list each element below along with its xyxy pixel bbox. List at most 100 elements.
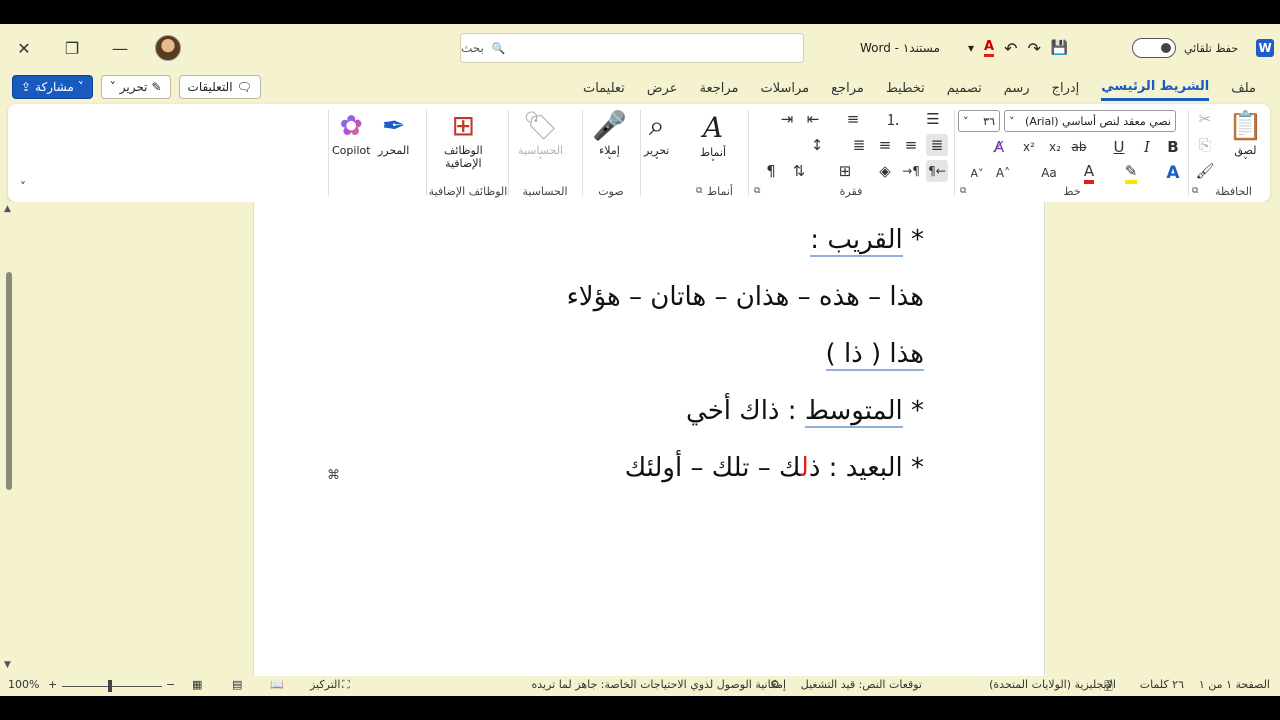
- increase-indent-icon[interactable]: ⇥: [776, 108, 798, 130]
- shading-icon[interactable]: ◈: [874, 160, 896, 182]
- share-button[interactable]: ⇪ مشاركة ˅: [12, 75, 93, 99]
- show-marks-icon[interactable]: ¶: [760, 160, 782, 182]
- tab-2[interactable]: إدراج: [1052, 77, 1080, 100]
- zoom-in-icon[interactable]: +: [48, 678, 57, 691]
- comments-button[interactable]: التعليقات 🗨: [178, 75, 261, 99]
- decrease-indent-icon[interactable]: ⇤: [802, 108, 824, 130]
- strikethrough-icon[interactable]: ab: [1068, 136, 1090, 158]
- page-count-status[interactable]: الصفحة ١ من ١: [1199, 678, 1270, 691]
- tab-6[interactable]: مراجع: [831, 77, 864, 100]
- text-predictions-status[interactable]: توقعات النص: قيد التشغيل: [801, 678, 922, 691]
- account-avatar-button[interactable]: [144, 24, 192, 72]
- sort-icon[interactable]: ⇅: [788, 160, 810, 182]
- tab-0[interactable]: ملف: [1231, 77, 1256, 100]
- zoom-slider-track[interactable]: [62, 686, 162, 687]
- zoom-slider-thumb[interactable]: [108, 680, 112, 692]
- editor-button[interactable]: ✒ المحرر: [378, 108, 409, 157]
- clipboard-group-label: الحافظة: [1214, 185, 1252, 198]
- copilot-button[interactable]: ✿ Copilot: [332, 108, 371, 157]
- paste-button[interactable]: 📋 لصق ˅: [1228, 108, 1263, 167]
- styles-launcher-icon[interactable]: ⧉: [696, 186, 702, 196]
- font-launcher-icon[interactable]: ⧉: [960, 186, 966, 196]
- scroll-thumb[interactable]: [6, 272, 12, 490]
- tab-1[interactable]: الشريط الرئيسي: [1101, 75, 1210, 101]
- tab-4[interactable]: تصميم: [947, 77, 982, 100]
- document-body[interactable]: * القريب : هذا – هذه – هذان – هاتان – هؤ…: [567, 212, 924, 497]
- tab-10[interactable]: تعليمات: [583, 77, 625, 100]
- cut-icon[interactable]: ✂: [1194, 108, 1216, 130]
- redo-icon[interactable]: ↷: [1028, 39, 1041, 58]
- highlight-icon[interactable]: ✎: [1120, 162, 1142, 184]
- read-mode-icon[interactable]: 📖: [270, 678, 284, 691]
- clear-formatting-icon[interactable]: A̸: [988, 136, 1010, 158]
- numbering-icon[interactable]: ⒈: [882, 108, 904, 130]
- close-icon[interactable]: ✕: [0, 24, 48, 72]
- proofing-icon[interactable]: 🗎: [1104, 678, 1113, 697]
- dictate-button[interactable]: 🎤 إملاء ˅: [592, 108, 627, 167]
- line-spacing-icon[interactable]: ↕: [806, 134, 828, 156]
- justify-icon[interactable]: ≣: [848, 134, 870, 156]
- bold-icon[interactable]: B: [1162, 136, 1184, 158]
- restore-icon[interactable]: ❐: [48, 24, 96, 72]
- undo-icon[interactable]: ↶: [1004, 39, 1017, 58]
- zoom-level[interactable]: 100%: [8, 678, 39, 691]
- bullets-icon[interactable]: ☰: [922, 108, 944, 130]
- text-effects-icon[interactable]: A: [1162, 162, 1184, 184]
- autosave-toggle[interactable]: [1132, 38, 1176, 58]
- copilot-margin-icon[interactable]: ⌘: [327, 468, 340, 483]
- minimize-icon[interactable]: —: [96, 24, 144, 72]
- focus-mode-button[interactable]: التركيز: [310, 678, 340, 691]
- word-count-status[interactable]: ٢٦ كلمات: [1140, 678, 1184, 691]
- find-editing-button[interactable]: ⌕ تحرير ˅: [644, 108, 669, 167]
- document-title[interactable]: مستند١ - Word: [860, 41, 940, 55]
- change-case-icon[interactable]: Aa: [1038, 162, 1060, 184]
- superscript-icon[interactable]: x²: [1018, 136, 1040, 158]
- italic-icon[interactable]: I: [1136, 136, 1158, 158]
- ltr-direction-icon[interactable]: →¶: [900, 160, 922, 182]
- scroll-down-icon[interactable]: ▼: [4, 660, 11, 670]
- multilevel-list-icon[interactable]: ≡: [842, 108, 864, 130]
- styles-button[interactable]: A أنماط ˅: [700, 110, 726, 169]
- vertical-scrollbar[interactable]: ▲ ▼: [4, 202, 14, 676]
- tab-9[interactable]: عرض: [647, 77, 678, 100]
- grow-font-icon[interactable]: A˄: [992, 162, 1014, 184]
- comment-icon: 🗨: [236, 80, 252, 94]
- doc-line-3-underlined: هذا ( ذا ): [825, 339, 924, 371]
- collapse-ribbon-icon[interactable]: ˅: [12, 176, 34, 198]
- align-left-icon[interactable]: ≡: [874, 134, 896, 156]
- editing-mode-button[interactable]: ˅ تحرير ✎: [100, 75, 171, 99]
- addins-button[interactable]: ⊞ الوظائف الإضافية: [444, 108, 483, 170]
- font-color-quick-icon[interactable]: A: [984, 39, 995, 57]
- format-painter-icon[interactable]: 🖌: [1194, 160, 1216, 182]
- align-center-icon[interactable]: ≡: [900, 134, 922, 156]
- clipboard-launcher-icon[interactable]: ⧉: [1192, 186, 1198, 196]
- print-layout-icon[interactable]: ▤: [232, 678, 242, 691]
- save-icon[interactable]: 💾: [1051, 40, 1068, 56]
- web-layout-icon[interactable]: ▦: [192, 678, 202, 691]
- font-size-combo[interactable]: ٣٦ ˅: [958, 110, 1000, 132]
- accessibility-status[interactable]: إمكانية الوصول لذوي الاحتياجات الخاصة: ج…: [531, 678, 786, 691]
- scroll-up-icon[interactable]: ▲: [4, 204, 11, 214]
- rtl-direction-icon[interactable]: ¶←: [926, 160, 948, 182]
- tab-3[interactable]: رسم: [1004, 77, 1030, 100]
- tab-8[interactable]: مراجعة: [699, 77, 738, 100]
- copy-icon[interactable]: ⎘: [1194, 134, 1216, 156]
- customize-quick-access-icon[interactable]: ▾: [968, 41, 974, 55]
- font-color-icon[interactable]: A: [1078, 162, 1100, 184]
- tab-5[interactable]: تخطيط: [886, 77, 925, 100]
- tab-7[interactable]: مراسلات: [761, 77, 810, 100]
- font-name-combo[interactable]: نصي معقد لنص أساسي (Arial) ˅: [1004, 110, 1176, 132]
- underline-icon[interactable]: U: [1108, 136, 1130, 158]
- align-right-icon[interactable]: ≣: [926, 134, 948, 156]
- sensitivity-button[interactable]: 🏷 الحساسية ˅: [518, 108, 563, 167]
- subscript-icon[interactable]: x₂: [1044, 136, 1066, 158]
- doc-line-1-underlined: القريب :: [810, 225, 903, 257]
- zoom-out-icon[interactable]: −: [166, 678, 175, 691]
- borders-icon[interactable]: ⊞: [834, 160, 856, 182]
- search-box[interactable]: 🔍 بحث: [460, 33, 804, 63]
- shrink-font-icon[interactable]: A˅: [966, 162, 988, 184]
- document-page[interactable]: * القريب : هذا – هذه – هذان – هاتان – هؤ…: [253, 202, 1045, 676]
- ribbon-tabs: ⇪ مشاركة ˅ ˅ تحرير ✎ التعليقات 🗨 ملف الشر…: [0, 72, 1280, 104]
- language-status[interactable]: الإنجليزية (الولايات المتحدة): [989, 678, 1116, 691]
- paragraph-launcher-icon[interactable]: ⧉: [754, 186, 760, 196]
